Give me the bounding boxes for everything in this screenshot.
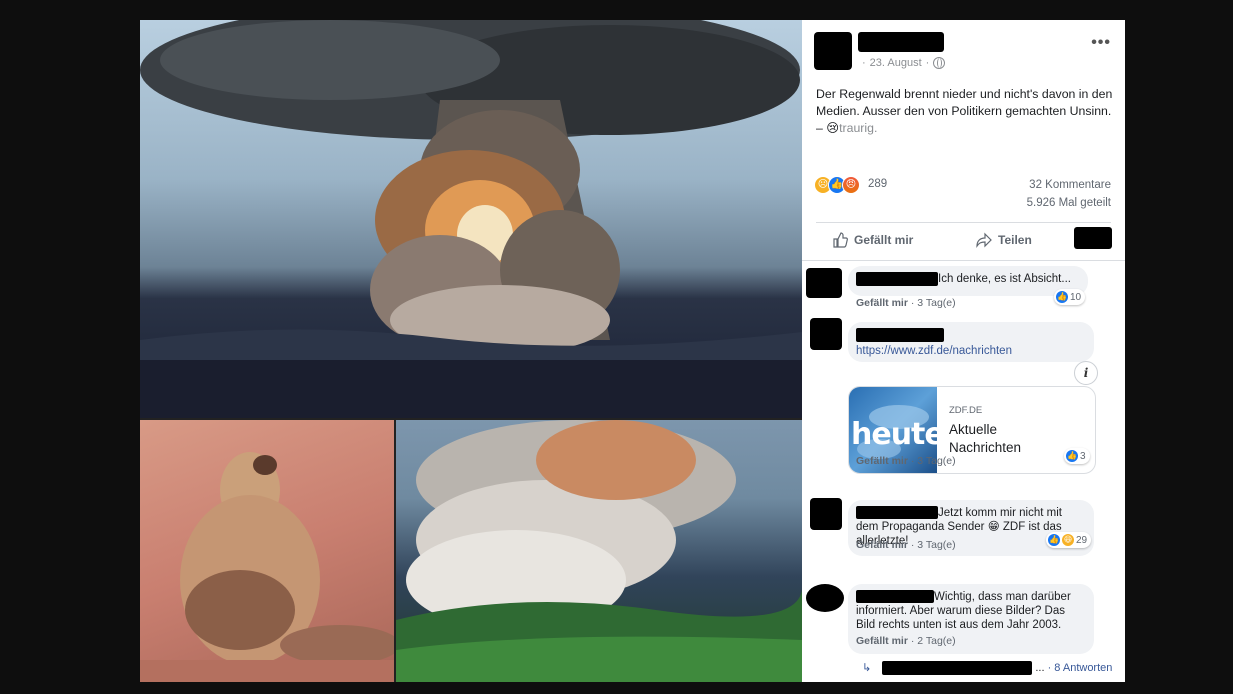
post-body: Der Regenwald brennt nieder und nicht's … xyxy=(816,87,1113,118)
info-icon[interactable]: i xyxy=(1074,361,1098,385)
reply-count[interactable]: 8 Antworten xyxy=(1054,662,1112,674)
reply-arrow-icon: ↳ xyxy=(862,662,872,674)
commenter-name-redacted[interactable] xyxy=(856,590,934,604)
comment-like-link[interactable]: Gefällt mir xyxy=(856,539,908,551)
comment-like-link[interactable]: Gefällt mir xyxy=(856,635,908,647)
angry-reaction-icon: 😠 xyxy=(842,176,860,194)
monkey-photo[interactable] xyxy=(140,420,394,682)
comment-avatar[interactable] xyxy=(810,318,842,350)
link-title[interactable]: Aktuelle Nachrichten xyxy=(949,421,1069,457)
aerial-fire-illustration xyxy=(396,420,802,682)
comment-like-link[interactable]: Gefällt mir xyxy=(856,297,908,309)
comment-time[interactable]: 2 Tag(e) xyxy=(917,635,955,647)
smoke-plume-illustration xyxy=(140,20,802,418)
like-reaction-icon: 👍 xyxy=(1056,291,1068,303)
reaction-count: 29 xyxy=(1076,534,1088,546)
like-label: Gefällt mir xyxy=(854,233,914,247)
comment-avatar[interactable] xyxy=(810,498,842,530)
post-text: Der Regenwald brennt nieder und nicht's … xyxy=(816,86,1116,137)
view-replies-link[interactable]: ↳ ... · 8 Antworten xyxy=(862,661,1112,676)
like-reaction-icon: 👍 xyxy=(1048,534,1060,546)
comment-bubble: Ich denke, es ist Absicht... xyxy=(848,266,1088,296)
commenter-name-redacted[interactable] xyxy=(856,328,944,342)
reaction-count: 10 xyxy=(1070,291,1082,303)
sad-face-icon: 😢 xyxy=(826,121,840,135)
comment-avatar[interactable] xyxy=(806,584,844,612)
share-button[interactable]: Teilen xyxy=(976,232,1032,248)
shares-count[interactable]: 5.926 Mal geteilt xyxy=(1027,197,1111,209)
post-photo-collage[interactable] xyxy=(140,20,802,682)
feeling-label[interactable]: traurig. xyxy=(839,121,877,135)
share-label: Teilen xyxy=(998,233,1032,247)
feeling-prefix: – xyxy=(816,121,827,135)
comment-bubble: https://www.zdf.de/nachrichten xyxy=(848,322,1094,362)
divider xyxy=(802,260,1125,261)
comment-meta: Gefällt mir · 2 Tag(e) xyxy=(856,635,956,647)
comment-meta: Gefällt mir · 3 Tag(e) xyxy=(856,455,956,467)
comment-reactions[interactable]: 👍 😆 29 xyxy=(1046,532,1092,548)
author-avatar[interactable] xyxy=(814,32,852,70)
comment-reactions[interactable]: 👍 3 xyxy=(1064,448,1090,464)
comment-time[interactable]: 3 Tag(e) xyxy=(917,539,955,551)
reaction-count: 3 xyxy=(1080,450,1086,462)
comment-meta: Gefällt mir · 3 Tag(e) xyxy=(856,297,956,309)
comments-count[interactable]: 32 Kommentare xyxy=(1029,179,1111,191)
heute-logo: heute xyxy=(851,417,945,452)
more-options-icon[interactable]: ••• xyxy=(1091,34,1111,52)
comment-like-link[interactable]: Gefällt mir xyxy=(856,455,908,467)
like-button[interactable]: Gefällt mir xyxy=(832,232,913,248)
commenter-name-redacted[interactable] xyxy=(856,272,938,286)
comment-link[interactable]: https://www.zdf.de/nachrichten xyxy=(856,344,1086,358)
reply-ellipsis: ... xyxy=(1035,662,1045,674)
link-domain: ZDF.DE xyxy=(949,405,983,416)
comment-time[interactable]: 3 Tag(e) xyxy=(917,297,955,309)
like-reaction-icon: 👍 xyxy=(1066,450,1078,462)
comment-text: Ich denke, es ist Absicht... xyxy=(938,273,1071,286)
post-meta: · 23. August · xyxy=(862,57,946,69)
comments-section: Ich denke, es ist Absicht... 👍 10 Gefällt… xyxy=(802,260,1125,682)
thumbs-up-icon xyxy=(833,232,848,248)
share-arrow-icon xyxy=(976,232,992,248)
post-date[interactable]: 23. August xyxy=(870,57,922,69)
reaction-count[interactable]: 289 xyxy=(868,178,887,190)
reply-author-redacted[interactable] xyxy=(882,661,1033,676)
comment-time[interactable]: 3 Tag(e) xyxy=(917,455,955,467)
forest-fire-smoke-photo[interactable] xyxy=(140,20,802,418)
divider xyxy=(816,222,1111,223)
comment-meta: Gefällt mir · 3 Tag(e) xyxy=(856,539,956,551)
redacted-button[interactable] xyxy=(1074,227,1112,249)
globe-icon xyxy=(933,57,946,69)
amazon-fire-aerial-photo[interactable] xyxy=(396,420,802,682)
commenter-name-redacted[interactable] xyxy=(856,506,938,520)
monkey-illustration xyxy=(140,452,394,682)
haha-reaction-icon: 😆 xyxy=(1062,534,1074,546)
comment-reactions[interactable]: 👍 10 xyxy=(1054,289,1086,305)
reaction-icons[interactable]: ☹ 👍 😠 xyxy=(814,176,860,194)
comment-avatar[interactable] xyxy=(806,268,842,298)
post-panel: · 23. August · ••• Der Regenwald brennt … xyxy=(802,20,1125,682)
author-name-redacted[interactable] xyxy=(858,32,944,52)
